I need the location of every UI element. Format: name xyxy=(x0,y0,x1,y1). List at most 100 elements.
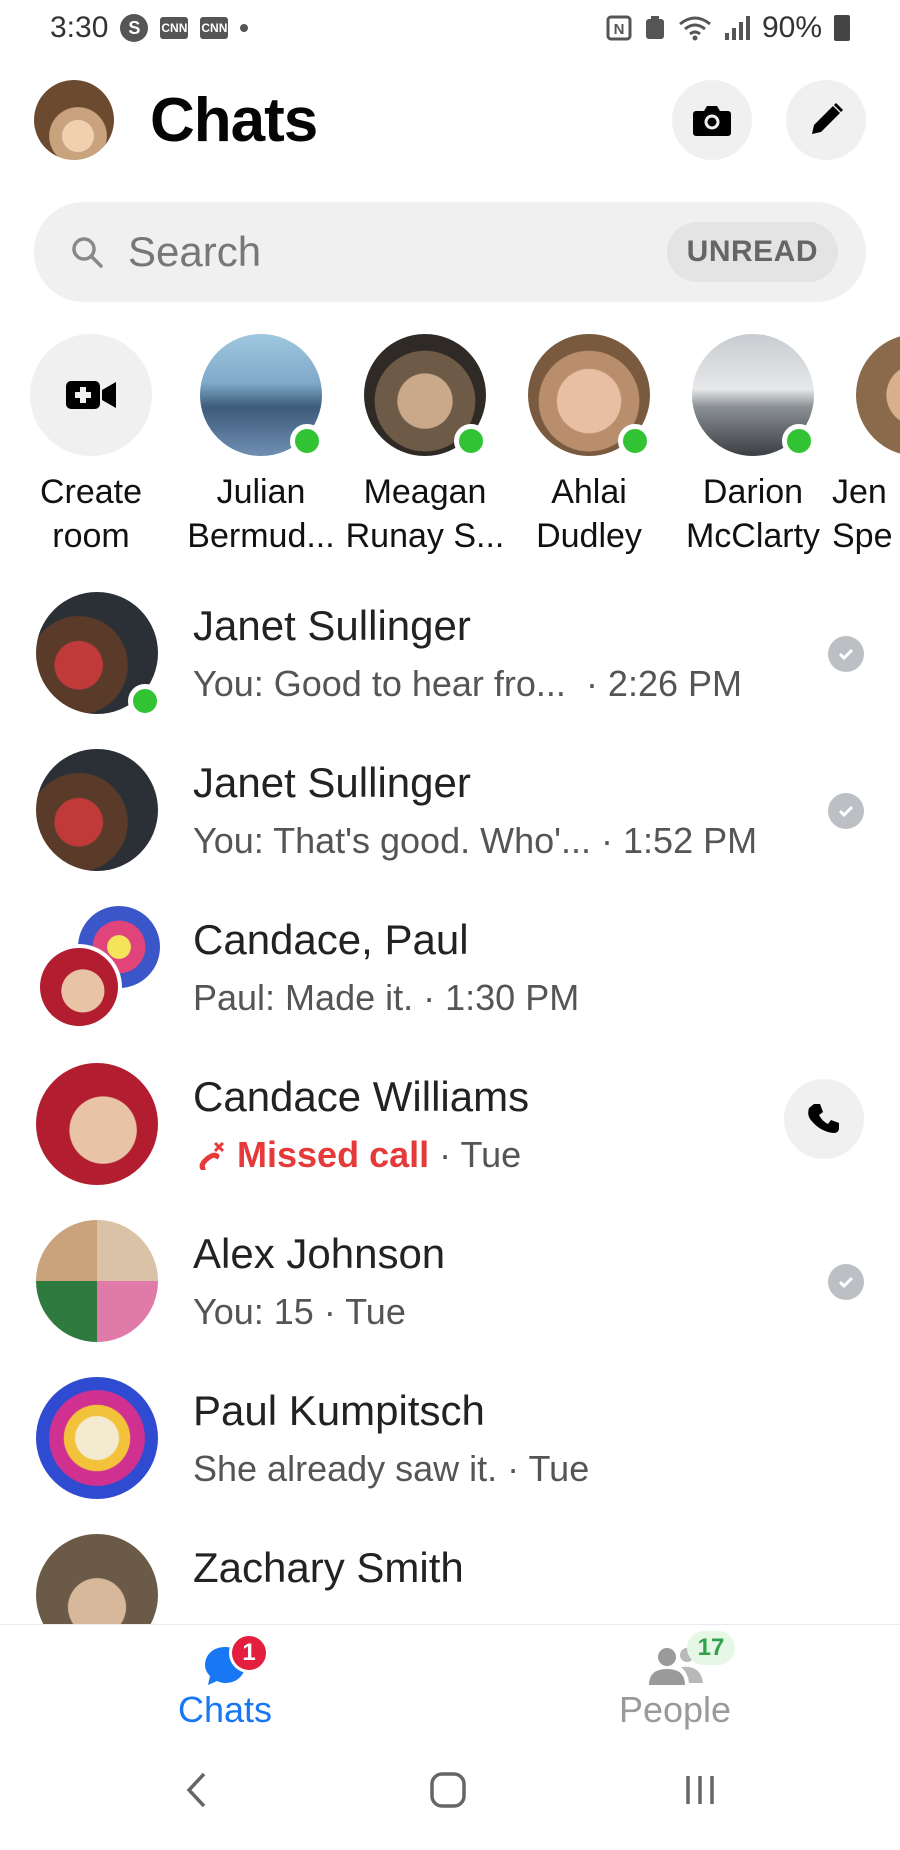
active-contacts-row: Create room Julian Bermud... Meagan Runa… xyxy=(0,334,900,554)
recent-apps-icon xyxy=(686,1776,714,1804)
missed-call-icon xyxy=(199,1141,225,1171)
active-contact[interactable]: Jen Spe xyxy=(832,334,900,554)
chat-row[interactable]: Candace, Paul Paul: Made it. · 1:30 PM xyxy=(0,898,900,1055)
tab-chats[interactable]: 1 Chats xyxy=(125,1625,325,1730)
chat-preview-text: You: That's good. Who'... xyxy=(193,820,592,861)
create-room-circle xyxy=(30,334,152,456)
unread-filter-button[interactable]: UNREAD xyxy=(666,222,838,282)
online-indicator xyxy=(782,424,816,458)
avatar xyxy=(200,334,324,458)
people-icon: 17 xyxy=(645,1631,735,1691)
chat-row[interactable]: Alex Johnson You: 15 · Tue xyxy=(0,1212,900,1369)
story-label-line1: Julian xyxy=(216,473,306,511)
recycle-icon xyxy=(645,16,664,39)
chat-row[interactable]: Paul Kumpitsch She already saw it. · Tue xyxy=(0,1369,900,1526)
story-label-line1: Darion xyxy=(702,473,804,511)
chat-name: Candace, Paul xyxy=(193,916,469,963)
online-indicator xyxy=(290,424,324,458)
active-contact[interactable]: Meagan Runay S... xyxy=(340,334,510,554)
chat-preview-text: You: 15 xyxy=(193,1291,314,1332)
chat-preview-text: Paul: Made it. xyxy=(193,977,414,1018)
avatar xyxy=(36,592,162,718)
battery-percent: 90% xyxy=(761,11,822,44)
story-label-line2: Dudley xyxy=(536,517,642,554)
wifi-icon xyxy=(679,16,711,41)
story-label-line1: Meagan xyxy=(363,473,487,511)
chat-time: · Tue xyxy=(323,1291,406,1332)
seen-check-icon xyxy=(828,793,864,829)
search-icon xyxy=(72,237,103,268)
chat-list: Janet Sullinger You: Good to hear fro...… xyxy=(0,584,900,1624)
chat-preview: Paul: Made it. · 1:30 PM xyxy=(193,977,579,1019)
online-indicator xyxy=(454,424,488,458)
signal-icon xyxy=(724,16,750,40)
chat-preview-text: Missed call xyxy=(237,1134,430,1175)
profile-avatar[interactable] xyxy=(34,80,114,160)
avatar xyxy=(36,944,122,1030)
group-avatar xyxy=(36,906,160,1030)
chat-name: Candace Williams xyxy=(193,1073,530,1120)
s-icon: S xyxy=(120,14,149,42)
call-back-button[interactable] xyxy=(784,1079,864,1159)
active-contact[interactable]: Ahlai Dudley xyxy=(504,334,674,554)
new-message-button[interactable] xyxy=(786,80,866,160)
cnn-icon: CNN xyxy=(200,17,229,39)
story-label-line2: room xyxy=(52,517,130,554)
people-active-badge: 17 xyxy=(687,1631,735,1665)
chat-row[interactable]: Janet Sullinger You: That's good. Who'..… xyxy=(0,741,900,898)
chat-row[interactable]: Janet Sullinger You: Good to hear fro...… xyxy=(0,584,900,741)
phone-icon xyxy=(808,1104,839,1133)
battery-icon xyxy=(834,15,850,41)
camera-button[interactable] xyxy=(672,80,752,160)
recent-apps-button[interactable] xyxy=(670,1770,730,1810)
chat-preview: Missed call · Tue xyxy=(193,1134,521,1176)
avatar xyxy=(36,1063,158,1185)
home-square-icon xyxy=(430,1772,466,1808)
svg-text:N: N xyxy=(614,21,625,38)
search-input[interactable]: Search xyxy=(128,228,261,276)
chat-name: Paul Kumpitsch xyxy=(193,1387,485,1434)
avatar xyxy=(36,1220,158,1342)
chat-name: Janet Sullinger xyxy=(193,759,471,806)
chat-name: Janet Sullinger xyxy=(193,602,471,649)
avatar xyxy=(36,749,158,871)
active-contact[interactable]: Darion McClarty xyxy=(668,334,838,554)
chat-row[interactable]: Zachary Smith xyxy=(0,1526,900,1624)
avatar xyxy=(36,1377,158,1499)
tab-people[interactable]: 17 People xyxy=(575,1625,775,1730)
chat-name: Zachary Smith xyxy=(193,1544,464,1591)
story-label-line1: Ahlai xyxy=(551,473,627,511)
search-bar[interactable]: Search UNREAD xyxy=(34,202,866,302)
story-label-line1: Jen xyxy=(832,473,887,511)
home-button[interactable] xyxy=(418,1770,478,1810)
chat-time: · Tue xyxy=(439,1134,522,1175)
chat-name: Alex Johnson xyxy=(193,1230,446,1277)
status-bar: 3:30 S CNN CNN N 90% xyxy=(0,0,900,56)
story-label-line2: Bermud... xyxy=(187,517,335,554)
chat-time: · 1:52 PM xyxy=(601,820,758,861)
notification-dot-icon xyxy=(240,24,249,32)
video-plus-icon xyxy=(66,381,116,409)
seen-check-icon xyxy=(828,1264,864,1300)
story-label-line2: Runay S... xyxy=(345,517,505,554)
avatar xyxy=(692,334,816,458)
active-contact[interactable]: Julian Bermud... xyxy=(176,334,346,554)
chat-bubble-icon: 1 xyxy=(195,1633,269,1691)
chat-preview-text: She already saw it. xyxy=(193,1448,498,1489)
create-room-button[interactable]: Create room xyxy=(6,334,176,554)
story-label-line2: McClarty xyxy=(685,517,821,554)
back-button[interactable] xyxy=(166,1770,226,1810)
seen-check-icon xyxy=(828,636,864,672)
chat-time: · 1:30 PM xyxy=(423,977,580,1018)
chat-preview: You: Good to hear fro... · 2:26 PM xyxy=(193,663,742,705)
chat-preview: She already saw it. · Tue xyxy=(193,1448,589,1490)
camera-icon xyxy=(693,106,731,136)
tab-chats-label: Chats xyxy=(177,1689,273,1730)
nfc-icon: N xyxy=(606,15,632,41)
chat-preview-text: You: Good to hear fro... xyxy=(193,663,566,704)
chat-time: · Tue xyxy=(507,1448,590,1489)
pencil-icon xyxy=(812,102,844,134)
chats-unread-badge: 1 xyxy=(229,1633,269,1673)
system-navigation-bar xyxy=(0,1740,900,1850)
chat-row[interactable]: Candace Williams Missed call · Tue xyxy=(0,1055,900,1212)
